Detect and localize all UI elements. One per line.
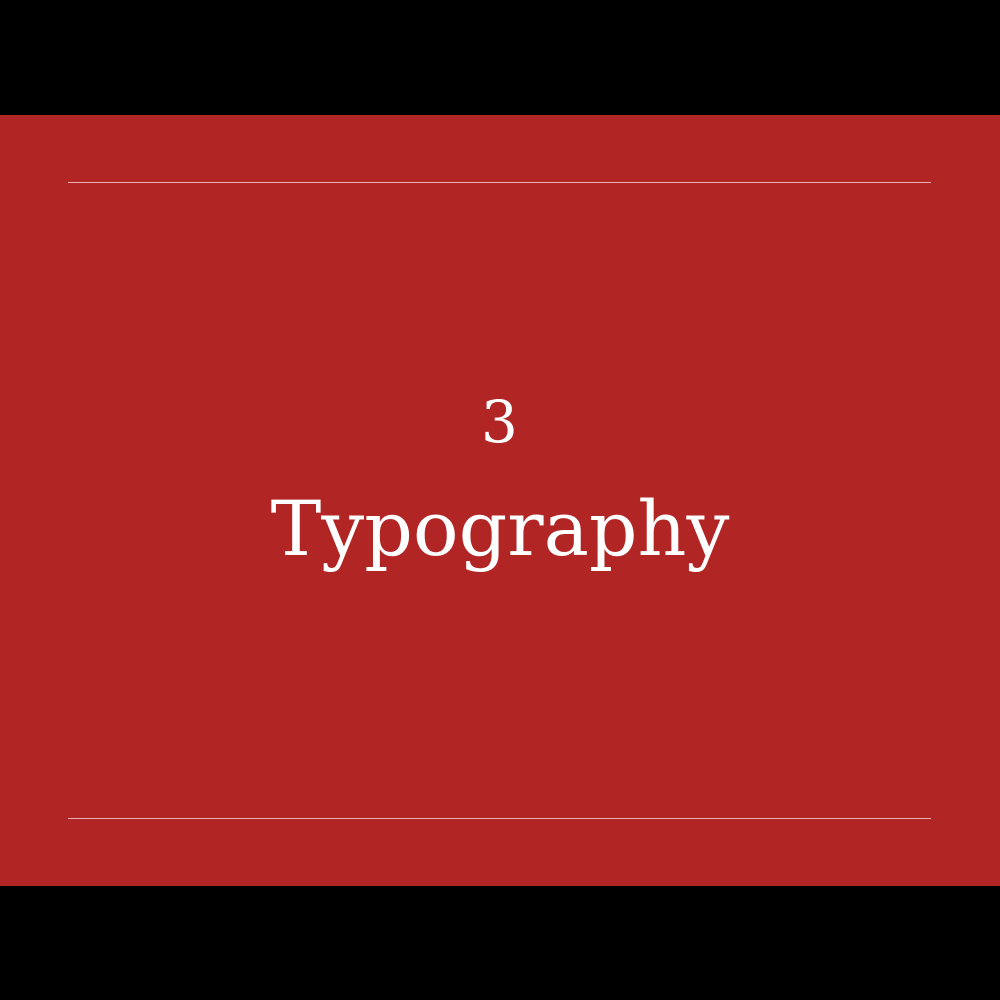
- letterbox-frame: 3 Typography: [0, 0, 1000, 1000]
- top-divider: [68, 182, 931, 183]
- section-title: Typography: [270, 484, 730, 573]
- section-heading: 3 Typography: [0, 385, 1000, 579]
- section-slide: 3 Typography: [0, 115, 1000, 886]
- bottom-divider: [68, 818, 931, 819]
- section-number: 3: [481, 388, 519, 456]
